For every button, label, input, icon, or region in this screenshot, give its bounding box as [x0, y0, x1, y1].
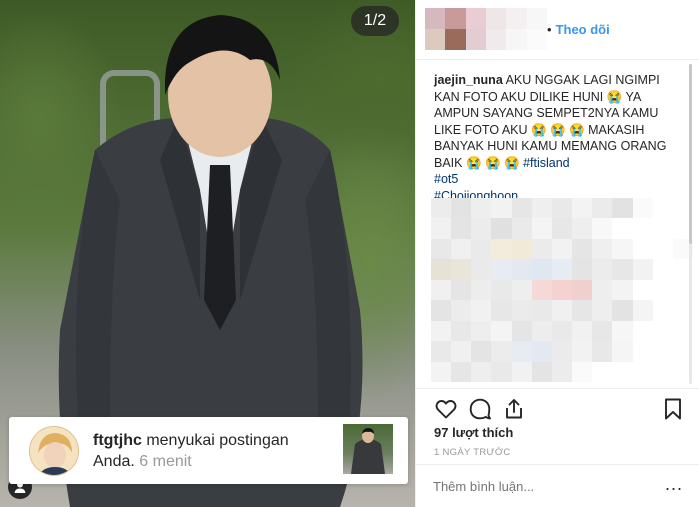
notification-time: 6 menit	[139, 453, 192, 470]
comment-input[interactable]	[433, 479, 653, 494]
bookmark-icon[interactable]	[661, 397, 685, 421]
hashtag-ftisland[interactable]: #ftisland	[523, 156, 570, 170]
thumbnail-image	[351, 428, 385, 474]
follow-label: Theo dõi	[555, 22, 610, 37]
add-comment-bar: ...	[416, 464, 699, 507]
blurred-comments	[431, 198, 693, 382]
avatar[interactable]	[29, 426, 79, 476]
post-actions	[416, 388, 699, 424]
comment-icon[interactable]	[468, 397, 492, 421]
post-caption: jaejin_nuna AKU NGGAK LAGI NGIMPI KAN FO…	[434, 72, 682, 204]
post-sidebar: • Theo dõi jaejin_nuna AKU NGGAK LAGI NGI…	[415, 0, 699, 507]
notification-text: ftgtjhc menyukai postingan Anda. 6 menit	[93, 430, 333, 472]
caption-username[interactable]: jaejin_nuna	[434, 73, 503, 87]
comments-scrollbar[interactable]	[689, 64, 692, 244]
photo-counter: 1/2	[351, 6, 399, 36]
hashtag-ot5[interactable]: #ot5	[434, 171, 682, 188]
follow-button[interactable]: • Theo dõi	[547, 22, 610, 37]
more-options-button[interactable]: ...	[665, 474, 683, 495]
share-icon[interactable]	[502, 397, 526, 421]
notification-username[interactable]: ftgtjhc	[93, 432, 142, 449]
separator-dot: •	[547, 22, 552, 37]
notification-post-thumbnail[interactable]	[343, 424, 393, 474]
likes-count[interactable]: 97 lượt thích	[434, 425, 513, 440]
post-header: • Theo dõi	[416, 0, 699, 60]
blurred-author-avatar[interactable]	[425, 8, 547, 50]
avatar-image	[30, 427, 78, 475]
heart-icon[interactable]	[434, 397, 458, 421]
post-date[interactable]: 1 NGÀY TRƯỚC	[434, 447, 511, 458]
like-notification[interactable]: ftgtjhc menyukai postingan Anda. 6 menit	[9, 417, 408, 484]
